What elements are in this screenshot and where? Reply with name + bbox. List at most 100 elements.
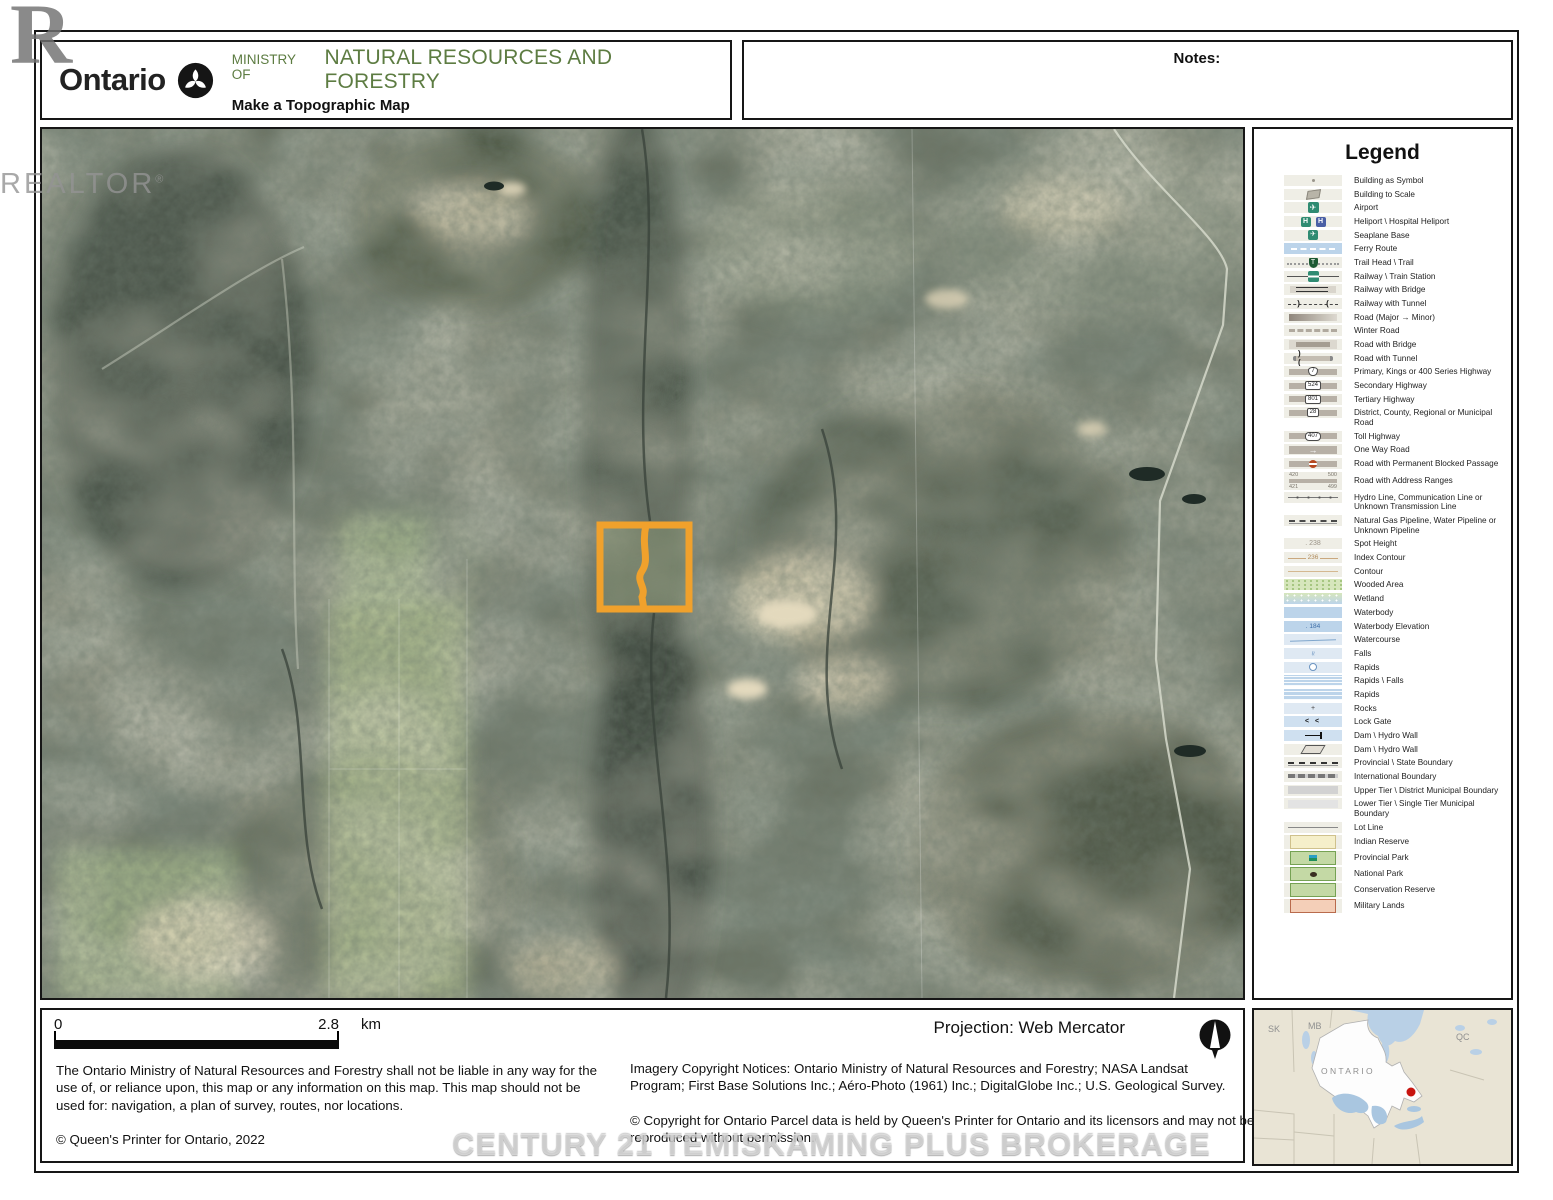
legend-item: Railway with Bridge	[1254, 283, 1511, 297]
legend-item-label: Lock Gate	[1354, 716, 1391, 728]
legend-item-label: Rapids	[1354, 662, 1380, 674]
legend-item: 524 Secondary Highway	[1254, 379, 1511, 393]
trillium-logo-icon	[177, 62, 214, 99]
legend-item: Lot Line	[1254, 821, 1511, 835]
legend-item-label: Lower Tier \ Single Tier Municipal Bound…	[1354, 798, 1511, 819]
legend-item: Road with Tunnel	[1254, 352, 1511, 366]
legend-item-label: Spot Height	[1354, 538, 1397, 550]
scale-bar: 0 2.8 km	[54, 1016, 339, 1052]
legend-item: . 184Waterbody Elevation	[1254, 620, 1511, 634]
legend-item: Indian Reserve	[1254, 834, 1511, 850]
legend-item-label: Contour	[1354, 566, 1383, 578]
disclaimer-text: The Ontario Ministry of Natural Resource…	[56, 1062, 604, 1114]
legend-item: Hydro Line, Communication Line or Unknow…	[1254, 491, 1511, 514]
ferry-icon	[1284, 243, 1342, 254]
legend-item-label: Wooded Area	[1354, 579, 1403, 591]
lock-gate-icon	[1284, 716, 1342, 727]
legend-item-label: Military Lands	[1354, 900, 1405, 912]
legend-item-label: Road (Major → Minor)	[1354, 312, 1435, 324]
rocks-icon	[1284, 703, 1342, 714]
hwy-secondary-icon: 524	[1284, 380, 1342, 391]
legend-panel: Legend Building as SymbolBuilding to Sca…	[1252, 127, 1513, 1000]
north-arrow-icon	[1197, 1016, 1233, 1060]
legend-item: 420500421499Road with Address Ranges	[1254, 471, 1511, 491]
natl-park-icon	[1284, 867, 1342, 881]
road-major-icon	[1284, 312, 1342, 323]
legend-item: Dam \ Hydro Wall	[1254, 729, 1511, 743]
legend-item: Building as Symbol	[1254, 174, 1511, 188]
legend-item-label: Provincial \ State Boundary	[1354, 757, 1453, 769]
road-blocked-icon	[1284, 458, 1342, 469]
dam-wall-icon	[1284, 744, 1342, 755]
legend-item: Wooded Area	[1254, 578, 1511, 592]
legend-item: Seaplane Base	[1254, 229, 1511, 243]
rapids-area-icon	[1284, 689, 1342, 700]
legend-item: Conservation Reserve	[1254, 882, 1511, 898]
legend-item-label: Waterbody	[1354, 607, 1393, 619]
legend-item-label: International Boundary	[1354, 771, 1436, 783]
legend-item-label: Winter Road	[1354, 325, 1400, 337]
topographic-map-page: Ontario MINISTRY OF NATURAL RESOURCES AN…	[0, 0, 1553, 1200]
legend-item-label: Seaplane Base	[1354, 230, 1410, 242]
spot-height-icon: . 238	[1284, 538, 1342, 549]
wooded-icon	[1284, 579, 1342, 590]
locator-inset-map: SK MB QC O N T A R I O	[1252, 1008, 1513, 1166]
legend-item-label: Provincial Park	[1354, 852, 1409, 864]
legend-item-label: Trail Head \ Trail	[1354, 257, 1414, 269]
queens-printer-copyright: © Queen's Printer for Ontario, 2022	[56, 1132, 265, 1147]
legend-item: 28District, County, Regional or Municipa…	[1254, 406, 1511, 429]
legend-item: Ferry Route	[1254, 242, 1511, 256]
legend-item-label: Toll Highway	[1354, 431, 1400, 443]
indian-reserve-icon	[1284, 835, 1342, 849]
index-contour-icon: 236	[1284, 552, 1342, 563]
legend-item-label: Tertiary Highway	[1354, 394, 1415, 406]
legend-items: Building as SymbolBuilding to ScaleAirpo…	[1254, 174, 1511, 914]
legend-item-label: Secondary Highway	[1354, 380, 1427, 392]
legend-item-label: Waterbody Elevation	[1354, 621, 1429, 633]
ministry-prefix: MINISTRY OF	[232, 52, 318, 82]
upper-tier-icon	[1284, 785, 1342, 796]
legend-item: Lower Tier \ Single Tier Municipal Bound…	[1254, 797, 1511, 820]
ontario-brand: Ontario	[42, 62, 214, 99]
railway-bridge-icon	[1284, 284, 1342, 295]
legend-item-label: Railway with Bridge	[1354, 284, 1425, 296]
legend-item-label: National Park	[1354, 868, 1403, 880]
legend-item: Building to Scale	[1254, 188, 1511, 202]
legend-item-label: Building to Scale	[1354, 189, 1415, 201]
falls-icon	[1284, 648, 1342, 659]
trailhead-icon	[1284, 257, 1342, 268]
legend-item-label: Rapids \ Falls	[1354, 675, 1404, 687]
legend-item: Lock Gate	[1254, 715, 1511, 729]
legend-item: Natural Gas Pipeline, Water Pipeline or …	[1254, 514, 1511, 537]
legend-item-label: Building as Symbol	[1354, 175, 1424, 187]
notes-box: Notes:	[742, 40, 1513, 120]
dam-icon	[1284, 730, 1342, 741]
legend-item: Rapids	[1254, 661, 1511, 675]
legend-item: Road with Permanent Blocked Passage	[1254, 457, 1511, 471]
conservation-icon	[1284, 883, 1342, 897]
page-title: Make a Topographic Map	[232, 97, 730, 114]
contour-icon	[1284, 566, 1342, 577]
legend-item: Waterbody	[1254, 606, 1511, 620]
legend-item: 7Primary, Kings or 400 Series Highway	[1254, 365, 1511, 379]
heliport-icon	[1284, 216, 1342, 227]
rapids-falls-icon	[1284, 675, 1342, 686]
hwy-tertiary-icon: 801	[1284, 394, 1342, 405]
legend-item-label: Rocks	[1354, 703, 1377, 715]
legend-item-label: Road with Bridge	[1354, 339, 1416, 351]
inset-label-mb: MB	[1308, 1021, 1322, 1031]
legend-item-label: Indian Reserve	[1354, 836, 1409, 848]
legend-item: 407Toll Highway	[1254, 430, 1511, 444]
legend-item: 236Index Contour	[1254, 551, 1511, 565]
winter-road-icon	[1284, 325, 1342, 336]
legend-item: Upper Tier \ District Municipal Boundary	[1254, 784, 1511, 798]
ministry-titles: MINISTRY OF NATURAL RESOURCES AND FOREST…	[232, 46, 730, 114]
ontario-locator-map: SK MB QC O N T A R I O	[1254, 1010, 1511, 1164]
legend-item: Winter Road	[1254, 324, 1511, 338]
building-symbol-icon	[1284, 175, 1342, 186]
legend-item: International Boundary	[1254, 770, 1511, 784]
parcel-data-copyright: © Copyright for Ontario Parcel data is h…	[630, 1112, 1255, 1146]
railway-tunnel-icon	[1284, 298, 1342, 309]
inset-label-qc: QC	[1456, 1032, 1470, 1042]
legend-item: Heliport \ Hospital Heliport	[1254, 215, 1511, 229]
